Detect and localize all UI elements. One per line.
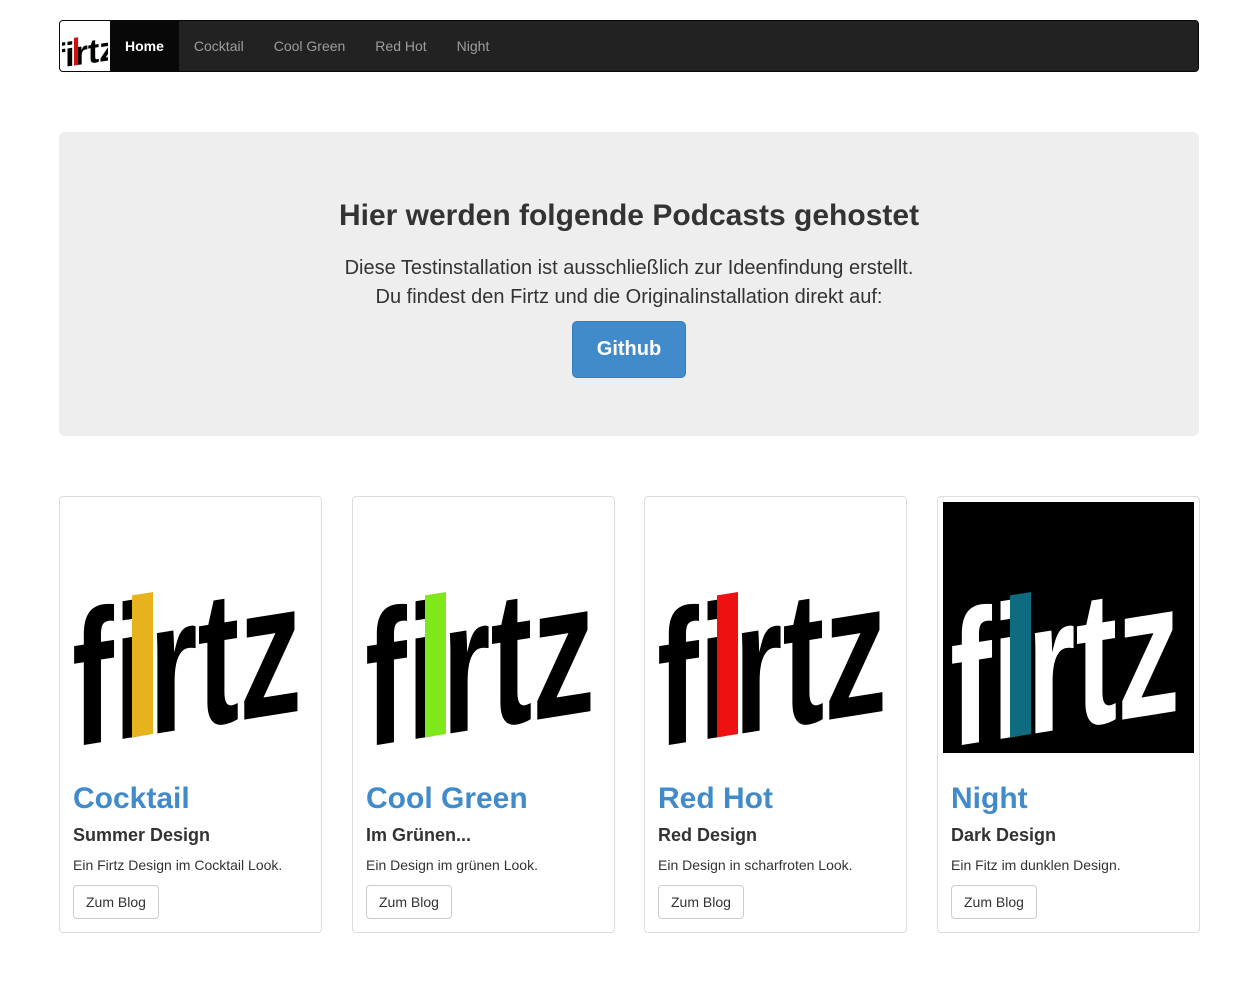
card-description: Ein Design im grünen Look. (366, 857, 538, 873)
firtz-cocktail-logo-icon[interactable]: firtz (65, 502, 316, 753)
zum-blog-button[interactable]: Zum Blog (73, 885, 159, 919)
zum-blog-button[interactable]: Zum Blog (951, 885, 1037, 919)
card-title[interactable]: Red Hot (658, 781, 773, 817)
firtz-red-hot-logo-icon[interactable]: firtz (650, 502, 901, 753)
nav-cool-green[interactable]: Cool Green (259, 21, 361, 71)
card-red-hot: firtz Red Hot Red Design Ein Design in s… (644, 496, 907, 933)
jumbotron-lead-line1: Diese Testinstallation ist ausschließlic… (344, 257, 914, 279)
navbar: firtz Home Cocktail Cool Green Red Hot N… (59, 20, 1199, 72)
jumbotron-lead-line2: Du findest den Firtz und die Originalins… (375, 286, 883, 308)
card-night: firtz Night Dark Design Ein Fitz im dunk… (937, 496, 1200, 933)
card-cocktail: firtz Cocktail Summer Design Ein Firtz D… (59, 496, 322, 933)
svg-text:firtz: firtz (62, 30, 108, 69)
nav-cocktail[interactable]: Cocktail (179, 21, 259, 71)
card-title[interactable]: Night (951, 781, 1028, 817)
firtz-night-logo-icon[interactable]: firtz (943, 502, 1194, 753)
zum-blog-button[interactable]: Zum Blog (366, 885, 452, 919)
card-subtitle: Dark Design (951, 825, 1057, 845)
nav-night[interactable]: Night (442, 21, 505, 71)
card-subtitle: Im Grünen... (366, 825, 472, 845)
card-description: Ein Design in scharfroten Look. (658, 857, 853, 873)
card-description: Ein Firtz Design im Cocktail Look. (73, 857, 283, 873)
logo-wordmark: firtz (72, 539, 302, 753)
brand-logo[interactable]: firtz (60, 21, 110, 71)
firtz-cool-green-logo-icon[interactable]: firtz (358, 502, 609, 753)
card-description: Ein Fitz im dunklen Design. (951, 857, 1121, 873)
logo-accent-bar (717, 592, 738, 738)
zum-blog-button[interactable]: Zum Blog (658, 885, 744, 919)
logo-wordmark: firtz (950, 539, 1180, 753)
logo-accent-bar (425, 592, 446, 738)
jumbotron-heading: Hier werden folgende Podcasts gehostet (338, 199, 920, 232)
github-button[interactable]: Github (572, 321, 686, 378)
firtz-logo-icon: firtz (62, 30, 108, 69)
card-title[interactable]: Cool Green (366, 781, 528, 817)
card-subtitle: Summer Design (73, 825, 211, 845)
card-cool-green: firtz Cool Green Im Grünen... Ein Design… (352, 496, 615, 933)
card-subtitle: Red Design (658, 825, 758, 845)
logo-accent-bar (1010, 592, 1031, 738)
jumbotron: Hier werden folgende Podcasts gehostet D… (59, 132, 1199, 436)
logo-accent-bar (132, 592, 153, 738)
card-title[interactable]: Cocktail (73, 781, 190, 817)
nav-home[interactable]: Home (110, 21, 179, 71)
logo-wordmark: firtz (657, 539, 887, 753)
nav-red-hot[interactable]: Red Hot (360, 21, 441, 71)
logo-wordmark: firtz (365, 539, 595, 753)
